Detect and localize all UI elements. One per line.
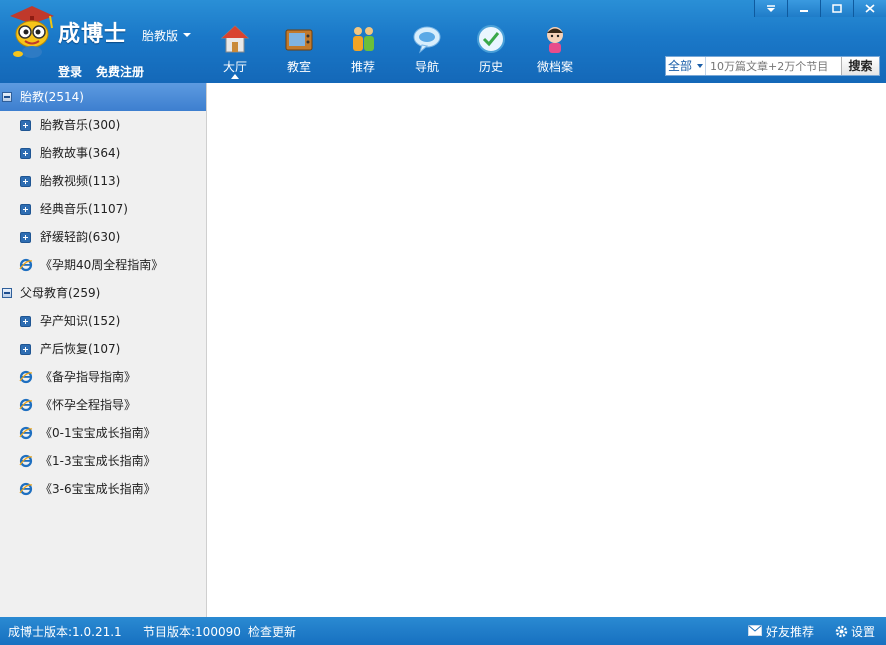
- recommend-friend-link[interactable]: 好友推荐: [766, 623, 814, 640]
- menu-button[interactable]: [754, 0, 787, 17]
- sidebar-item-postpartum-recovery[interactable]: 产后恢复(107): [0, 335, 206, 363]
- settings-link[interactable]: 设置: [851, 623, 875, 640]
- sidebar-item-label: 产后恢复(107): [40, 342, 121, 356]
- maximize-button[interactable]: [820, 0, 853, 17]
- nav-hall[interactable]: 大厅: [210, 22, 260, 80]
- sidebar-item-prenatal-music[interactable]: 胎教音乐(300): [0, 111, 206, 139]
- check-update-link[interactable]: 检查更新: [248, 623, 296, 640]
- collapse-icon[interactable]: [2, 92, 12, 102]
- status-bar: 成博士版本:1.0.21.1 节目版本:100090 检查更新 好友推荐 设置: [0, 617, 886, 645]
- app-brand: 成博士: [58, 22, 128, 47]
- sidebar-item-classical-music[interactable]: 经典音乐(1107): [0, 195, 206, 223]
- expand-icon[interactable]: [20, 316, 31, 327]
- sidebar-item-label: 《1-3宝宝成长指南》: [40, 454, 156, 468]
- title-bar: 成博士 胎教版 登录 免费注册 大厅 教室 推荐 导航 历史 微档案 全部 10…: [0, 0, 886, 83]
- main-content-area: [208, 83, 886, 617]
- app-version-text: 成博士版本:1.0.21.1: [8, 625, 122, 639]
- sidebar-item-label: 胎教视频(113): [40, 174, 121, 188]
- gear-icon: [835, 625, 848, 638]
- sidebar-link-pregnancy-guide[interactable]: 《孕期40周全程指南》: [0, 251, 206, 279]
- sidebar-item-label: 孕产知识(152): [40, 314, 121, 328]
- category-sidebar: 胎教(2514) 胎教音乐(300) 胎教故事(364) 胎教视频(113) 经…: [0, 83, 207, 617]
- expand-icon[interactable]: [20, 148, 31, 159]
- minimize-button[interactable]: [787, 0, 820, 17]
- register-link[interactable]: 免费注册: [96, 63, 144, 80]
- category-parent-education[interactable]: 父母教育(259): [0, 279, 206, 307]
- menu-icon: [767, 4, 775, 12]
- nav-profile[interactable]: 微档案: [530, 22, 580, 80]
- sidebar-item-label: 《3-6宝宝成长指南》: [40, 482, 156, 496]
- mail-icon: [748, 625, 762, 636]
- login-link[interactable]: 登录: [58, 63, 82, 80]
- chat-bubble-icon: [413, 26, 441, 54]
- sidebar-link-baby-1-3-guide[interactable]: 《1-3宝宝成长指南》: [0, 447, 206, 475]
- sidebar-item-soothing[interactable]: 舒缓轻韵(630): [0, 223, 206, 251]
- people-icon: [353, 27, 374, 51]
- nav-label: 大厅: [222, 60, 247, 74]
- search-box: 全部 搜索: [665, 56, 880, 76]
- category-label: 胎教(2514): [20, 90, 84, 104]
- browser-link-icon: [19, 370, 33, 384]
- window-controls: [754, 0, 886, 17]
- collapse-icon[interactable]: [2, 288, 12, 298]
- browser-link-icon: [19, 482, 33, 496]
- browser-link-icon: [19, 454, 33, 468]
- history-icon: [477, 25, 505, 53]
- expand-icon[interactable]: [20, 120, 31, 131]
- program-version-text: 节目版本:100090: [143, 625, 241, 639]
- sidebar-link-preconception-guide[interactable]: 《备孕指导指南》: [0, 363, 206, 391]
- nav-navigation[interactable]: 导航: [402, 22, 452, 80]
- browser-link-icon: [19, 258, 33, 272]
- sidebar-link-baby-3-6-guide[interactable]: 《3-6宝宝成长指南》: [0, 475, 206, 503]
- nav-label: 教室: [286, 60, 311, 74]
- nav-recommend[interactable]: 推荐: [338, 22, 388, 80]
- chevron-down-icon[interactable]: [697, 64, 703, 68]
- tv-icon: [285, 29, 313, 51]
- sidebar-item-label: 《备孕指导指南》: [40, 370, 137, 384]
- expand-icon[interactable]: [20, 344, 31, 355]
- minimize-icon: [800, 9, 808, 12]
- close-icon: [865, 4, 875, 13]
- nav-label: 历史: [478, 60, 503, 74]
- sidebar-item-label: 胎教故事(364): [40, 146, 121, 160]
- category-label: 父母教育(259): [20, 286, 101, 300]
- sidebar-link-pregnancy-full-guide[interactable]: 《怀孕全程指导》: [0, 391, 206, 419]
- doctor-mascot-logo: [10, 6, 54, 58]
- search-input[interactable]: [707, 57, 841, 75]
- sidebar-item-prenatal-stories[interactable]: 胎教故事(364): [0, 139, 206, 167]
- sidebar-item-label: 《孕期40周全程指南》: [40, 258, 164, 272]
- nav-history[interactable]: 历史: [466, 22, 516, 80]
- sidebar-item-label: 经典音乐(1107): [40, 202, 128, 216]
- browser-link-icon: [19, 398, 33, 412]
- search-button[interactable]: 搜索: [841, 57, 879, 75]
- nav-classroom[interactable]: 教室: [274, 22, 324, 80]
- close-button[interactable]: [853, 0, 886, 17]
- nav-label: 推荐: [350, 60, 375, 74]
- nav-label: 微档案: [536, 60, 573, 74]
- browser-link-icon: [19, 426, 33, 440]
- expand-icon[interactable]: [20, 232, 31, 243]
- sidebar-link-baby-0-1-guide[interactable]: 《0-1宝宝成长指南》: [0, 419, 206, 447]
- edition-selector[interactable]: 胎教版: [142, 27, 178, 44]
- category-prenatal[interactable]: 胎教(2514): [0, 83, 206, 111]
- expand-icon[interactable]: [20, 176, 31, 187]
- house-icon: [220, 25, 250, 53]
- sidebar-item-prenatal-videos[interactable]: 胎教视频(113): [0, 167, 206, 195]
- sidebar-item-label: 《0-1宝宝成长指南》: [40, 426, 156, 440]
- active-indicator: [231, 74, 239, 79]
- sidebar-item-label: 胎教音乐(300): [40, 118, 121, 132]
- sidebar-item-label: 舒缓轻韵(630): [40, 230, 121, 244]
- baby-icon: [547, 27, 563, 53]
- nav-label: 导航: [414, 60, 439, 74]
- sidebar-item-pregnancy-knowledge[interactable]: 孕产知识(152): [0, 307, 206, 335]
- sidebar-item-label: 《怀孕全程指导》: [40, 398, 137, 412]
- expand-icon[interactable]: [20, 204, 31, 215]
- maximize-icon: [832, 4, 842, 13]
- chevron-down-icon[interactable]: [183, 33, 191, 37]
